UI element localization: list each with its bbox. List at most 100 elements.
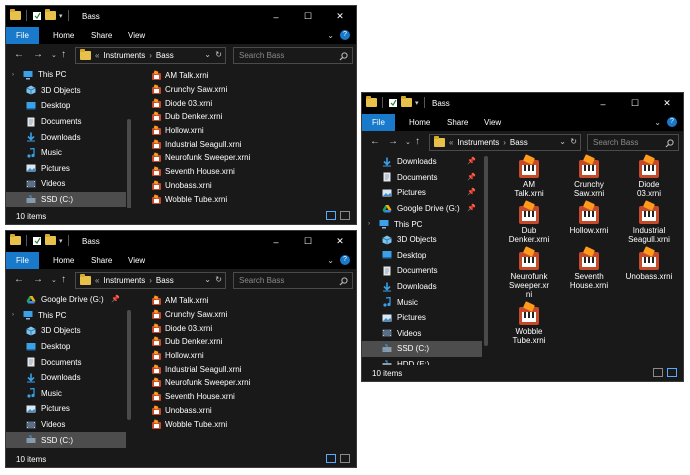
file-item[interactable]: Industrial Seagull.xrni bbox=[152, 137, 250, 151]
nav-item-pictures[interactable]: Pictures 📌 bbox=[362, 185, 482, 201]
file-tile[interactable]: Seventh House.xrni bbox=[559, 246, 619, 299]
breadcrumb-instruments[interactable]: Instruments bbox=[457, 138, 499, 147]
properties-icon[interactable] bbox=[388, 98, 398, 108]
nav-scrollbar[interactable] bbox=[483, 154, 489, 367]
expand-ribbon-icon[interactable]: ⌄ bbox=[327, 31, 334, 40]
file-item[interactable]: Dub Denker.xrni bbox=[152, 335, 250, 349]
search-input[interactable]: Search Bass bbox=[587, 134, 679, 151]
tab-home[interactable]: Home bbox=[43, 27, 84, 44]
breadcrumb-bass[interactable]: Bass bbox=[510, 138, 528, 147]
nav-item-music[interactable]: Music bbox=[362, 294, 482, 310]
file-item[interactable]: Seventh House.xrni bbox=[152, 165, 250, 179]
file-tile[interactable]: Neurofunk Sweeper.xr ni bbox=[499, 246, 559, 299]
nav-item-this-pc[interactable]: › This PC bbox=[6, 67, 126, 83]
nav-item-documents[interactable]: Documents bbox=[362, 263, 482, 279]
breadcrumb-bass[interactable]: Bass bbox=[156, 51, 174, 60]
nav-item-videos[interactable]: Videos bbox=[6, 176, 126, 192]
minimize-button[interactable]: – bbox=[587, 93, 619, 114]
nav-item-music[interactable]: Music bbox=[6, 386, 126, 402]
large-icons-view-button[interactable] bbox=[667, 368, 677, 377]
nav-item-downloads[interactable]: Downloads bbox=[362, 279, 482, 295]
large-icons-view-button[interactable] bbox=[340, 454, 350, 463]
close-button[interactable]: ✕ bbox=[324, 6, 356, 27]
nav-item-google-drive-g[interactable]: Google Drive (G:) 📌 bbox=[6, 292, 126, 308]
nav-item-documents[interactable]: Documents bbox=[6, 114, 126, 130]
help-icon[interactable]: ? bbox=[340, 30, 350, 40]
minimize-button[interactable]: – bbox=[260, 231, 292, 252]
nav-item-this-pc[interactable]: › This PC bbox=[362, 216, 482, 232]
address-box[interactable]: « Instruments › Bass ⌄ ↻ bbox=[429, 134, 581, 151]
file-item[interactable]: Neurofunk Sweeper.xrni bbox=[152, 376, 250, 390]
maximize-button[interactable]: ☐ bbox=[292, 231, 324, 252]
address-dropdown-icon[interactable]: ⌄ bbox=[559, 137, 566, 146]
forward-arrow-icon[interactable]: → bbox=[33, 49, 43, 60]
file-tile[interactable]: Diode 03.xrni bbox=[619, 154, 679, 198]
new-folder-icon[interactable] bbox=[45, 234, 56, 245]
tab-view[interactable]: View bbox=[118, 27, 155, 44]
nav-item-desktop[interactable]: Desktop bbox=[362, 248, 482, 264]
nav-scrollbar[interactable] bbox=[126, 292, 132, 452]
breadcrumb-instruments[interactable]: Instruments bbox=[103, 51, 145, 60]
nav-item-pictures[interactable]: Pictures bbox=[6, 161, 126, 177]
file-item[interactable]: Diode 03.xrni bbox=[152, 96, 250, 110]
expand-ribbon-icon[interactable]: ⌄ bbox=[327, 256, 334, 265]
file-item[interactable]: AM Talk.xrni bbox=[152, 69, 250, 83]
nav-item-downloads[interactable]: Downloads 📌 bbox=[362, 154, 482, 170]
file-item[interactable]: Industrial Seagull.xrni bbox=[152, 362, 250, 376]
file-item[interactable]: Crunchy Saw.xrni bbox=[152, 308, 250, 322]
address-dropdown-icon[interactable]: ⌄ bbox=[204, 50, 211, 59]
new-folder-icon[interactable] bbox=[45, 9, 56, 20]
tab-home[interactable]: Home bbox=[399, 114, 440, 131]
breadcrumb-overflow[interactable]: « bbox=[95, 276, 99, 285]
nav-item-videos[interactable]: Videos bbox=[362, 326, 482, 342]
file-item[interactable]: Unobass.xrni bbox=[152, 179, 250, 193]
tab-share[interactable]: Share bbox=[437, 114, 478, 131]
nav-item-ssd-c[interactable]: SSD (C:) bbox=[6, 191, 126, 208]
breadcrumb-instruments[interactable]: Instruments bbox=[103, 276, 145, 285]
title-bar[interactable]: ▾ Bass – ☐ ✕ bbox=[6, 6, 356, 27]
breadcrumb-bass[interactable]: Bass bbox=[156, 276, 174, 285]
address-box[interactable]: « Instruments › Bass ⌄ ↻ bbox=[75, 272, 226, 289]
back-arrow-icon[interactable]: ← bbox=[370, 136, 380, 147]
search-icon[interactable] bbox=[339, 51, 348, 66]
details-view-button[interactable] bbox=[326, 211, 336, 220]
file-item[interactable]: Seventh House.xrni bbox=[152, 390, 250, 404]
nav-item-3d-objects[interactable]: 3D Objects bbox=[362, 232, 482, 248]
breadcrumb-overflow[interactable]: « bbox=[449, 138, 453, 147]
title-bar[interactable]: ▾ Bass – ☐ ✕ bbox=[362, 93, 683, 114]
expand-ribbon-icon[interactable]: ⌄ bbox=[654, 118, 661, 127]
up-arrow-icon[interactable]: ↑ bbox=[415, 136, 420, 147]
maximize-button[interactable]: ☐ bbox=[292, 6, 324, 27]
file-tile[interactable]: Hollow.xrni bbox=[559, 200, 619, 244]
tab-share[interactable]: Share bbox=[81, 252, 122, 269]
file-tile[interactable]: Unobass.xrni bbox=[619, 246, 679, 299]
file-item[interactable]: Unobass.xrni bbox=[152, 404, 250, 418]
nav-item-desktop[interactable]: Desktop bbox=[6, 339, 126, 355]
title-bar[interactable]: ▾ Bass – ☐ ✕ bbox=[6, 231, 356, 252]
refresh-icon[interactable]: ↻ bbox=[215, 275, 222, 284]
file-item[interactable]: AM Talk.xrni bbox=[152, 294, 250, 308]
details-view-button[interactable] bbox=[653, 368, 663, 377]
nav-item-ssd-c[interactable]: SSD (C:) bbox=[362, 341, 482, 357]
tab-home[interactable]: Home bbox=[43, 252, 84, 269]
up-arrow-icon[interactable]: ↑ bbox=[61, 274, 66, 285]
search-icon[interactable] bbox=[665, 138, 674, 153]
tab-file[interactable]: File bbox=[362, 114, 395, 131]
nav-scrollbar[interactable] bbox=[126, 67, 132, 209]
nav-item-ssd-c[interactable]: SSD (C:) bbox=[6, 432, 126, 448]
search-input[interactable]: Search Bass bbox=[233, 272, 353, 289]
file-tile[interactable]: Crunchy Saw.xrni bbox=[559, 154, 619, 198]
help-icon[interactable]: ? bbox=[667, 117, 677, 127]
recent-locations-icon[interactable]: ⌄ bbox=[405, 138, 411, 146]
nav-item-documents[interactable]: Documents bbox=[6, 354, 126, 370]
nav-item-pictures[interactable]: Pictures bbox=[6, 401, 126, 417]
tab-file[interactable]: File bbox=[6, 27, 39, 44]
file-tile[interactable]: Dub Denker.xrni bbox=[499, 200, 559, 244]
nav-item-desktop[interactable]: Desktop bbox=[6, 98, 126, 114]
forward-arrow-icon[interactable]: → bbox=[33, 274, 43, 285]
forward-arrow-icon[interactable]: → bbox=[388, 136, 398, 147]
nav-item-videos[interactable]: Videos bbox=[6, 417, 126, 433]
tab-share[interactable]: Share bbox=[81, 27, 122, 44]
new-folder-icon[interactable] bbox=[401, 96, 412, 107]
minimize-button[interactable]: – bbox=[260, 6, 292, 27]
